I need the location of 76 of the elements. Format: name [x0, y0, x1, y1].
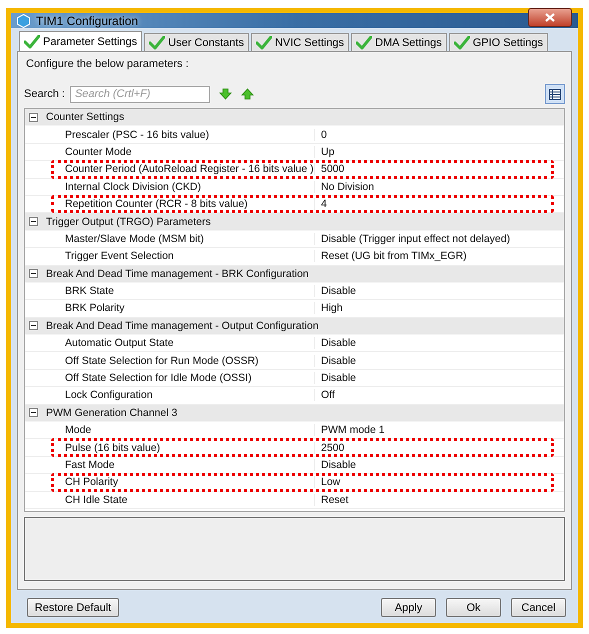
parameter-name: Mode [25, 424, 315, 436]
parameter-name: Off State Selection for Run Mode (OSSR) [25, 354, 315, 367]
parameter-name: Repetition Counter (RCR - 8 bits value) [25, 198, 315, 210]
parameter-name: Master/Slave Mode (MSM bit) [25, 232, 315, 245]
group-header[interactable]: PWM Generation Channel 3 [25, 404, 564, 422]
group-header[interactable]: Break And Dead Time management - BRK Configuration [25, 266, 564, 283]
hexagon-icon [17, 14, 30, 28]
parameter-value[interactable]: Reset (UG bit from TIMx_EGR) [315, 250, 467, 262]
parameter-name: Counter Period (AutoReload Register - 16 bits value ) [25, 163, 315, 176]
parameter-name: Automatic Output State [25, 337, 315, 350]
window-title: TIM1 Configuration [36, 14, 138, 28]
tab[interactable]: User Constants [144, 33, 249, 51]
close-icon [545, 13, 555, 22]
dialog-button[interactable]: Ok [446, 598, 501, 617]
tab[interactable]: DMA Settings [351, 33, 447, 51]
table-icon [549, 88, 561, 100]
parameter-name: Internal Clock Division (CKD) [25, 180, 315, 193]
down-arrow-icon[interactable] [218, 88, 232, 100]
parameter-value[interactable]: 5000 [315, 163, 344, 176]
group-header[interactable]: Break And Dead Time management - Output Configuration [25, 318, 564, 336]
collapse-icon[interactable] [29, 112, 38, 122]
parameter-value[interactable]: Off [315, 389, 335, 402]
dialog-button[interactable]: Cancel [511, 598, 566, 617]
group-title: Break And Dead Time management - BRK Configuration [46, 268, 309, 280]
parameter-name: Fast Mode [25, 459, 315, 471]
tab[interactable]: GPIO Settings [448, 33, 548, 51]
checkmark-icon [256, 36, 272, 50]
group-title: PWM Generation Channel 3 [46, 406, 178, 419]
parameter-value[interactable]: Disable [315, 459, 356, 471]
parameter-name: Pulse (16 bits value) [25, 442, 315, 454]
checkmark-icon [24, 34, 40, 48]
parameter-value[interactable]: Disable (Trigger input effect not delayed) [315, 232, 510, 245]
parameter-value[interactable]: Low [315, 476, 340, 488]
close-button[interactable] [528, 8, 572, 27]
parameter-name: Trigger Event Selection [25, 250, 315, 262]
parameter-value[interactable]: 2500 [315, 442, 344, 454]
group-header[interactable]: Counter Settings [25, 109, 564, 126]
search-field[interactable]: Search (Crtl+F) [70, 86, 210, 102]
parameter-name: BRK Polarity [25, 302, 315, 314]
parameter-name: Prescaler (PSC - 16 bits value) [25, 128, 315, 141]
checkmark-icon [356, 36, 372, 50]
parameter-value[interactable]: Disable [315, 285, 356, 298]
collapse-icon[interactable] [29, 269, 38, 278]
checkmark-icon [149, 36, 166, 50]
restore-default-button[interactable]: Restore Default [27, 598, 119, 617]
parameter-name: Off State Selection for Idle Mode (OSSI) [25, 372, 315, 384]
list-view-button[interactable] [545, 84, 565, 104]
parameter-name: CH Polarity [25, 476, 315, 488]
parameter-name: CH Idle State [25, 494, 315, 506]
dialog-button[interactable]: Apply [381, 598, 436, 617]
parameter-value[interactable]: 4 [315, 198, 327, 210]
parameter-value[interactable]: Up [315, 146, 334, 158]
parameter-value[interactable]: 0 [315, 128, 327, 141]
parameter-name: BRK State [25, 285, 315, 298]
parameter-name: Lock Configuration [25, 389, 315, 402]
parameter-value[interactable]: PWM mode 1 [315, 424, 385, 436]
tab[interactable]: NVIC Settings [250, 33, 350, 51]
parameter-value[interactable]: Disable [315, 337, 356, 350]
checkmark-icon [454, 36, 470, 50]
collapse-icon[interactable] [29, 217, 38, 226]
up-arrow-icon[interactable] [240, 88, 254, 100]
instruction-text: Configure the below parameters : [25, 57, 190, 72]
group-title: Break And Dead Time management - Output Configuration [46, 320, 319, 332]
parameter-value[interactable]: Disable [315, 354, 356, 367]
group-header[interactable]: Trigger Output (TRGO) Parameters [25, 213, 564, 231]
group-title: Trigger Output (TRGO) Parameters [46, 216, 211, 228]
parameter-value[interactable]: No Division [315, 180, 374, 193]
parameter-value[interactable]: Reset [315, 494, 348, 506]
group-title: Counter Settings [46, 111, 124, 124]
tab[interactable]: Parameter Settings [19, 31, 142, 51]
parameter-name: Counter Mode [25, 146, 315, 158]
parameter-value[interactable]: Disable [315, 372, 356, 384]
parameter-value[interactable]: High [315, 302, 343, 314]
collapse-icon[interactable] [29, 321, 38, 330]
collapse-icon[interactable] [29, 408, 38, 418]
search-label: Search : [24, 88, 65, 100]
